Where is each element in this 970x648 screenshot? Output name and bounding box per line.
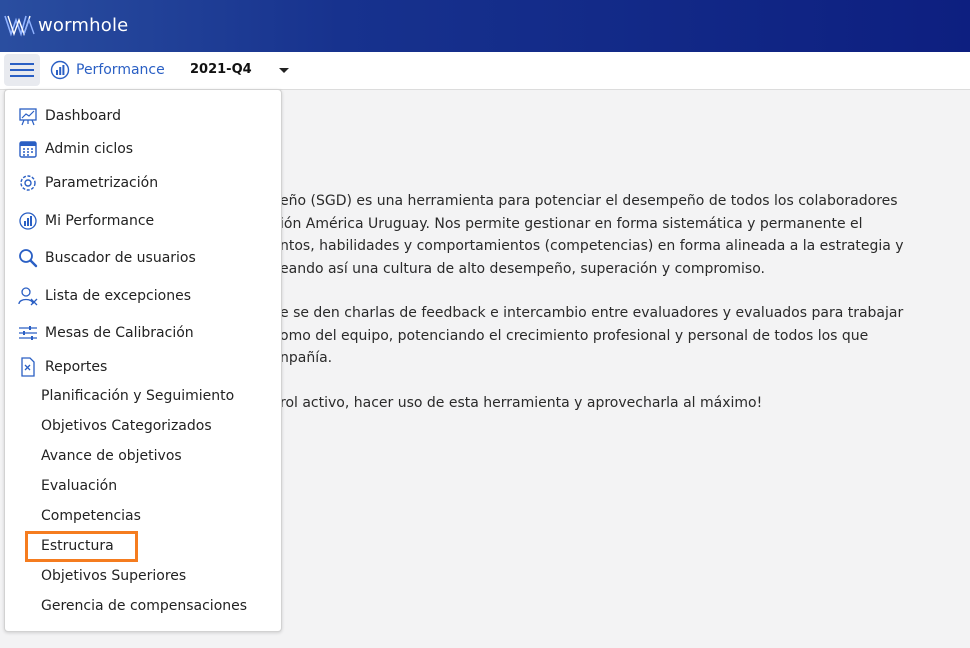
dashboard-icon (19, 108, 37, 126)
module-label: Performance (76, 62, 165, 78)
wormhole-logo-icon (4, 15, 35, 37)
submenu-item-competencias[interactable]: Competencias (41, 508, 141, 524)
text-line: rol activo, hacer uso de esta herramient… (280, 394, 763, 411)
submenu-item-gerencia-compensaciones[interactable]: Gerencia de compensaciones (41, 598, 247, 614)
menu-item-parametrizacion[interactable]: Parametrización (17, 172, 158, 194)
period-select[interactable]: 2021-Q4 (190, 62, 252, 77)
performance-gauge-icon (50, 60, 70, 80)
menu-item-lista-excepciones[interactable]: Lista de excepciones (17, 285, 191, 307)
submenu-item-avance-objetivos[interactable]: Avance de objetivos (41, 448, 182, 464)
caret-down-icon[interactable] (279, 68, 289, 73)
submenu-item-evaluacion[interactable]: Evaluación (41, 478, 117, 494)
navigation-menu: Dashboard Admin ciclos Parametrización M… (4, 89, 282, 632)
paragraph-1: eño (SGD) es una herramienta para potenc… (280, 190, 965, 280)
menu-item-label: Parametrización (45, 175, 159, 191)
submenu-item-objetivos-categorizados[interactable]: Objetivos Categorizados (41, 418, 212, 434)
user-exception-icon (18, 287, 38, 306)
gear-icon (20, 175, 36, 191)
menu-item-label: Buscador de usuarios (45, 250, 196, 266)
top-header: wormhole (0, 0, 970, 52)
text-line: eño (SGD) es una herramienta para potenc… (280, 193, 898, 209)
sliders-icon (19, 326, 37, 340)
menu-item-label: Admin ciclos (45, 141, 134, 157)
menu-item-label: Lista de excepciones (45, 288, 191, 304)
menu-item-label: Dashboard (45, 108, 121, 124)
menu-item-reportes[interactable]: Reportes (17, 356, 107, 378)
menu-item-mesas-calibracion[interactable]: Mesas de Calibración (17, 322, 194, 344)
text-line: e se den charlas de feedback e intercamb… (280, 305, 904, 321)
submenu-item-objetivos-superiores[interactable]: Objetivos Superiores (41, 568, 186, 584)
text-line: omo del equipo, potenciando el crecimien… (280, 327, 869, 344)
calendar-icon (19, 141, 37, 158)
menu-item-label: Reportes (45, 359, 108, 375)
module-selector[interactable]: Performance (50, 60, 165, 80)
performance-gauge-icon (19, 212, 37, 230)
menu-item-dashboard[interactable]: Dashboard (17, 105, 121, 127)
paragraph-2: e se den charlas de feedback e intercamb… (280, 302, 965, 370)
text-line: eando así una cultura de alto desempeño,… (280, 260, 765, 277)
menu-item-admin-ciclos[interactable]: Admin ciclos (17, 138, 133, 160)
highlight-box (25, 531, 138, 562)
menu-toggle-button[interactable] (4, 54, 40, 86)
paragraph-3: rol activo, hacer uso de esta herramient… (280, 392, 965, 415)
submenu-item-planificacion[interactable]: Planificación y Seguimiento (41, 388, 234, 404)
hamburger-line (10, 63, 34, 65)
hamburger-line (10, 69, 34, 71)
text-line: ión América Uruguay. Nos permite gestion… (280, 215, 863, 232)
brand-name: wormhole (38, 14, 129, 36)
menu-item-label: Mesas de Calibración (45, 325, 194, 341)
report-file-icon (21, 357, 35, 377)
menu-item-mi-performance[interactable]: Mi Performance (17, 210, 154, 232)
hamburger-line (10, 75, 34, 77)
text-line: ntos, habilidades y comportamientos (com… (280, 238, 904, 254)
module-toolbar: Performance 2021-Q4 (0, 52, 970, 90)
menu-item-label: Mi Performance (45, 213, 155, 229)
description-text: eño (SGD) es una herramienta para potenc… (280, 190, 965, 436)
brand-logo[interactable]: wormhole (4, 12, 128, 38)
menu-item-buscador-usuarios[interactable]: Buscador de usuarios (17, 247, 196, 269)
search-icon (19, 249, 38, 268)
text-line: npañía. (280, 350, 333, 366)
